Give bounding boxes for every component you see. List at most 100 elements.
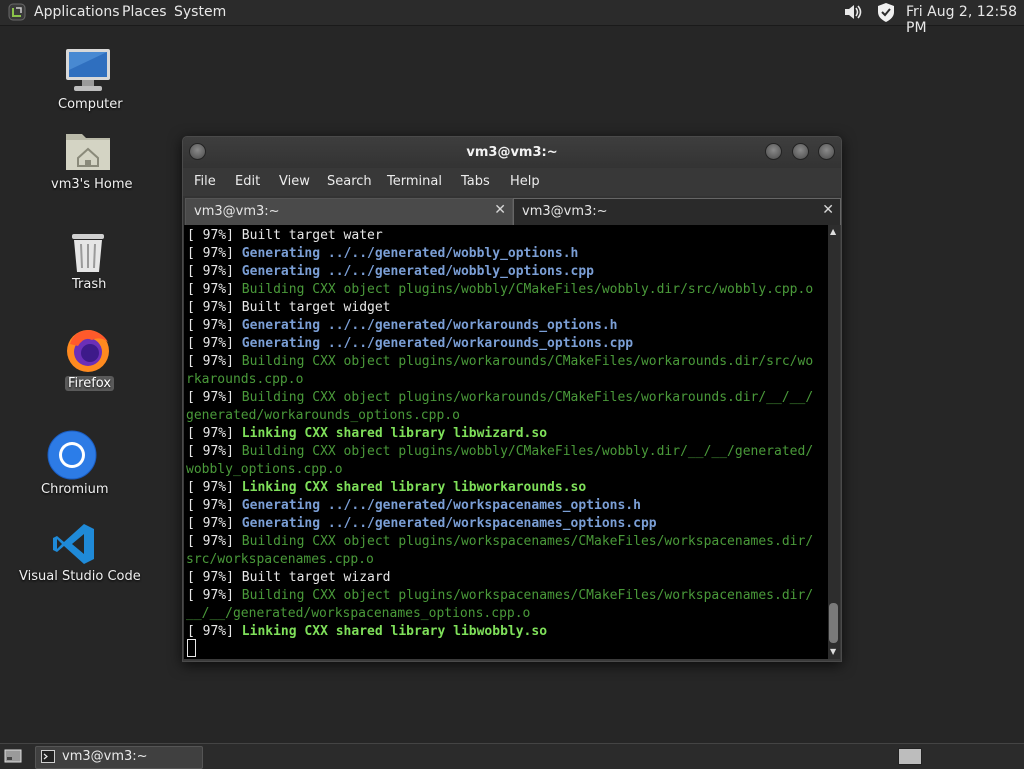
desktop-icon-firefox[interactable]: Firefox [0, 324, 176, 396]
desktop-icon-home[interactable]: vm3's Home [0, 126, 176, 196]
line-text: Generating ../../generated/wobbly_option… [241, 246, 579, 261]
progress-prefix: [ 97%] [187, 480, 242, 495]
tab-bar: vm3@vm3:~ ✕ vm3@vm3:~ ✕ [183, 196, 841, 225]
line-text: Linking CXX shared library libworkaround… [241, 480, 587, 495]
scroll-up-arrow-icon[interactable]: ▲ [830, 227, 836, 236]
terminal-line: [ 97%] Linking CXX shared library libwor… [187, 479, 586, 497]
progress-prefix: [ 97%] [187, 570, 242, 585]
desktop-icon-label: Chromium [41, 482, 109, 497]
progress-prefix: [ 97%] [187, 318, 242, 333]
firefox-icon [67, 330, 109, 372]
vscode-icon [53, 524, 94, 564]
line-text: Built target water [241, 228, 383, 243]
terminal-line: [ 97%] Building CXX object plugins/wobbl… [187, 281, 813, 299]
line-text: rkarounds.cpp.o [186, 372, 304, 387]
desktop-icon-trash[interactable]: Trash [0, 226, 176, 296]
line-text: Generating ../../generated/wobbly_option… [241, 264, 594, 279]
terminal-line: [ 97%] Generating ../../generated/workar… [187, 335, 633, 353]
line-text: generated/workarounds_options.cpp.o [186, 408, 460, 423]
terminal-scrollbar[interactable]: ▲ ▼ [828, 225, 840, 659]
line-text: Built target wizard [241, 570, 391, 585]
progress-prefix: [ 97%] [187, 354, 242, 369]
terminal-line: [ 97%] Built target wizard [187, 569, 391, 587]
line-text: Building CXX object plugins/workspacenam… [241, 534, 814, 549]
menu-view[interactable]: View [279, 174, 310, 189]
desktop-icon-computer[interactable]: Computer [0, 44, 176, 116]
taskbar-button-label: vm3@vm3:~ [62, 749, 148, 764]
line-text: Generating ../../generated/workspacename… [241, 498, 641, 513]
scroll-down-arrow-icon[interactable]: ▼ [830, 647, 836, 656]
tab-close-icon[interactable]: ✕ [494, 202, 506, 218]
desktop-icon-label: Visual Studio Code [19, 569, 141, 584]
trash-icon [72, 234, 104, 272]
terminal-window: vm3@vm3:~ File Edit View Search Terminal… [182, 136, 842, 662]
progress-prefix: [ 97%] [187, 300, 242, 315]
mate-menu-icon[interactable] [8, 3, 26, 21]
line-text: Linking CXX shared library libwizard.so [241, 426, 548, 441]
bottom-panel: vm3@vm3:~ [0, 743, 1024, 769]
chromium-icon [47, 430, 97, 480]
terminal-output[interactable]: [ 97%] Built target water[ 97%] Generati… [184, 225, 828, 659]
system-menu[interactable]: System [174, 4, 226, 20]
terminal-line: [ 97%] Generating ../../generated/wobbly… [187, 245, 578, 263]
desktop-icon-label: Trash [72, 277, 107, 292]
home-folder-icon [66, 134, 110, 170]
window-titlebar[interactable]: vm3@vm3:~ [183, 137, 841, 168]
menubar: File Edit View Search Terminal Tabs Help [183, 168, 841, 196]
window-title: vm3@vm3:~ [466, 145, 558, 160]
tab-2[interactable]: vm3@vm3:~ ✕ [513, 198, 841, 225]
terminal-line: [ 97%] Building CXX object plugins/works… [187, 587, 813, 605]
menu-help[interactable]: Help [510, 174, 540, 189]
progress-prefix: [ 97%] [187, 336, 242, 351]
progress-prefix: [ 97%] [187, 534, 242, 549]
desktop-icon-vscode[interactable]: Visual Studio Code [0, 520, 150, 590]
menu-file[interactable]: File [194, 174, 216, 189]
desktop-icon-label: Firefox [65, 376, 115, 391]
sound-icon[interactable] [842, 2, 864, 22]
desktop-icon-chromium[interactable]: Chromium [0, 430, 146, 500]
taskbar-button-terminal[interactable]: vm3@vm3:~ [35, 746, 203, 769]
clock[interactable]: Fri Aug 2, 12:58 PM [906, 4, 1024, 36]
line-text: __/__/generated/workspacenames_options.c… [186, 606, 531, 621]
menu-terminal[interactable]: Terminal [387, 174, 442, 189]
scrollbar-thumb[interactable] [829, 603, 838, 643]
progress-prefix: [ 97%] [187, 624, 242, 639]
tab-close-icon[interactable]: ✕ [822, 202, 834, 218]
top-panel: Applications Places System Fri Aug 2, 12… [0, 0, 1024, 36]
line-text: wobbly_options.cpp.o [186, 462, 343, 477]
progress-prefix: [ 97%] [187, 390, 242, 405]
menu-edit[interactable]: Edit [235, 174, 260, 189]
minimize-button[interactable] [765, 143, 782, 160]
progress-prefix: [ 97%] [187, 444, 242, 459]
line-text: Generating ../../generated/workspacename… [241, 516, 657, 531]
terminal-line: [ 97%] Building CXX object plugins/worka… [187, 389, 813, 407]
terminal-line: rkarounds.cpp.o [186, 371, 303, 389]
tab-1[interactable]: vm3@vm3:~ ✕ [185, 198, 513, 225]
line-text: Generating ../../generated/workarounds_o… [241, 336, 634, 351]
terminal-line: [ 97%] Generating ../../generated/wobbly… [187, 263, 594, 281]
terminal-line: [ 97%] Building CXX object plugins/works… [187, 533, 813, 551]
menu-tabs[interactable]: Tabs [461, 174, 490, 189]
line-text: Building CXX object plugins/workarounds/… [241, 354, 814, 369]
terminal-line: src/workspacenames.cpp.o [186, 551, 374, 569]
terminal-line: [ 97%] Built target water [187, 227, 383, 245]
show-desktop-icon[interactable] [4, 748, 22, 764]
terminal-line: [ 97%] Building CXX object plugins/wobbl… [187, 443, 813, 461]
maximize-button[interactable] [792, 143, 809, 160]
terminal-line: __/__/generated/workspacenames_options.c… [186, 605, 530, 623]
terminal-line: wobbly_options.cpp.o [186, 461, 343, 479]
close-button[interactable] [818, 143, 835, 160]
shield-update-icon[interactable] [876, 2, 896, 23]
line-text: Building CXX object plugins/wobbly/CMake… [241, 282, 814, 297]
terminal-line: [ 97%] Generating ../../generated/worksp… [187, 497, 641, 515]
progress-prefix: [ 97%] [187, 516, 242, 531]
progress-prefix: [ 97%] [187, 498, 242, 513]
line-text: Built target widget [241, 300, 391, 315]
tab-label: vm3@vm3:~ [194, 204, 280, 219]
places-menu[interactable]: Places [122, 4, 167, 20]
menu-search[interactable]: Search [327, 174, 372, 189]
terminal-line: [ 97%] Generating ../../generated/worksp… [187, 515, 657, 533]
line-text: Linking CXX shared library libwobbly.so [241, 624, 548, 639]
workspace-switcher[interactable] [898, 748, 922, 765]
applications-menu[interactable]: Applications [34, 4, 120, 20]
